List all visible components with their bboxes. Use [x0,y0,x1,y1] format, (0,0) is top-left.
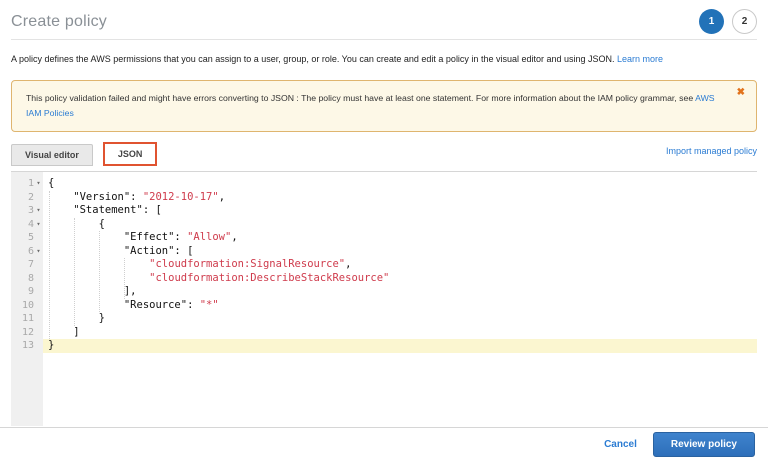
json-policy-editor[interactable]: 1▾23▾4▾56▾78910111213 { "Version": "2012… [11,171,757,426]
line-number: 11 [22,312,34,326]
code-line[interactable]: { [43,218,757,232]
code-token [48,272,149,284]
gutter-line[interactable]: 4▾ [11,218,43,232]
code-string-token: "Allow" [187,231,231,243]
gutter-line[interactable]: 9 [11,285,43,299]
gutter-line[interactable]: 10 [11,299,43,313]
line-number: 2 [28,191,34,205]
code-token: , [219,191,225,203]
gutter-line[interactable]: 5 [11,231,43,245]
gutter-line[interactable]: 6▾ [11,245,43,259]
code-string-token: "cloudformation:SignalResource" [149,258,345,270]
code-token: } [48,339,54,351]
line-number: 7 [28,258,34,272]
code-string-token: "cloudformation:DescribeStackResource" [149,272,389,284]
code-token: ] [48,326,80,338]
code-line[interactable]: ], [43,285,757,299]
tab-visual-editor[interactable]: Visual editor [11,144,93,166]
line-number: 5 [28,231,34,245]
step-2-badge: 2 [732,9,757,34]
gutter-line[interactable]: 12 [11,326,43,340]
code-token [48,258,149,270]
page-header: Create policy 1 2 [11,0,757,34]
code-line[interactable]: { [43,177,757,191]
code-token: ], [48,285,137,297]
editor-gutter: 1▾23▾4▾56▾78910111213 [11,172,43,426]
validation-warning-banner: ✖ This policy validation failed and migh… [11,80,757,132]
review-policy-button[interactable]: Review policy [653,432,755,457]
code-token: { [48,218,105,230]
line-number: 8 [28,272,34,286]
gutter-line[interactable]: 13 [11,339,43,353]
cancel-button[interactable]: Cancel [604,439,637,450]
gutter-line[interactable]: 8 [11,272,43,286]
line-number: 13 [22,339,34,353]
editor-code[interactable]: { "Version": "2012-10-17", "Statement": … [43,172,757,426]
code-line[interactable]: ] [43,326,757,340]
gutter-line[interactable]: 3▾ [11,204,43,218]
fold-arrow-icon[interactable]: ▾ [34,177,43,191]
code-string-token: "*" [200,299,219,311]
code-token: "Resource": [48,299,200,311]
fold-arrow-icon[interactable]: ▾ [34,218,43,232]
editor-tabbar: Visual editor JSON Import managed policy [11,143,757,166]
code-line[interactable]: "Resource": "*" [43,299,757,313]
line-number: 9 [28,285,34,299]
code-line[interactable]: "Version": "2012-10-17", [43,191,757,205]
code-line[interactable]: } [43,312,757,326]
gutter-line[interactable]: 7 [11,258,43,272]
tab-json[interactable]: JSON [103,142,158,166]
code-token: "Statement": [ [48,204,162,216]
fold-arrow-icon[interactable]: ▾ [34,245,43,259]
code-line-active[interactable]: } [43,339,757,353]
header-divider [11,39,757,40]
warning-text: This policy validation failed and might … [26,93,693,103]
code-line[interactable]: "Effect": "Allow", [43,231,757,245]
code-token: , [345,258,351,270]
line-number: 10 [22,299,34,313]
import-managed-policy-link[interactable]: Import managed policy [666,146,757,156]
footer-bar: Cancel Review policy [0,427,768,461]
page-title: Create policy [11,13,107,31]
code-token: } [48,312,105,324]
intro-text: A policy defines the AWS permissions tha… [11,54,757,64]
code-line[interactable]: "Action": [ [43,245,757,259]
code-token: "Action": [ [48,245,193,257]
fold-arrow-icon[interactable]: ▾ [34,204,43,218]
code-line[interactable]: "cloudformation:DescribeStackResource" [43,272,757,286]
intro-text-body: A policy defines the AWS permissions tha… [11,54,615,64]
gutter-line[interactable]: 11 [11,312,43,326]
step-indicator: 1 2 [699,9,757,34]
code-token: { [48,177,54,189]
code-token: "Effect": [48,231,187,243]
create-policy-page: Create policy 1 2 A policy defines the A… [0,0,768,426]
learn-more-link[interactable]: Learn more [617,54,663,64]
code-line[interactable]: "Statement": [ [43,204,757,218]
line-number: 12 [22,326,34,340]
code-line[interactable]: "cloudformation:SignalResource", [43,258,757,272]
gutter-line[interactable]: 2 [11,191,43,205]
code-token: "Version": [48,191,143,203]
code-token: , [231,231,237,243]
close-icon[interactable]: ✖ [737,88,745,98]
code-string-token: "2012-10-17" [143,191,219,203]
step-1-badge: 1 [699,9,724,34]
gutter-line[interactable]: 1▾ [11,177,43,191]
